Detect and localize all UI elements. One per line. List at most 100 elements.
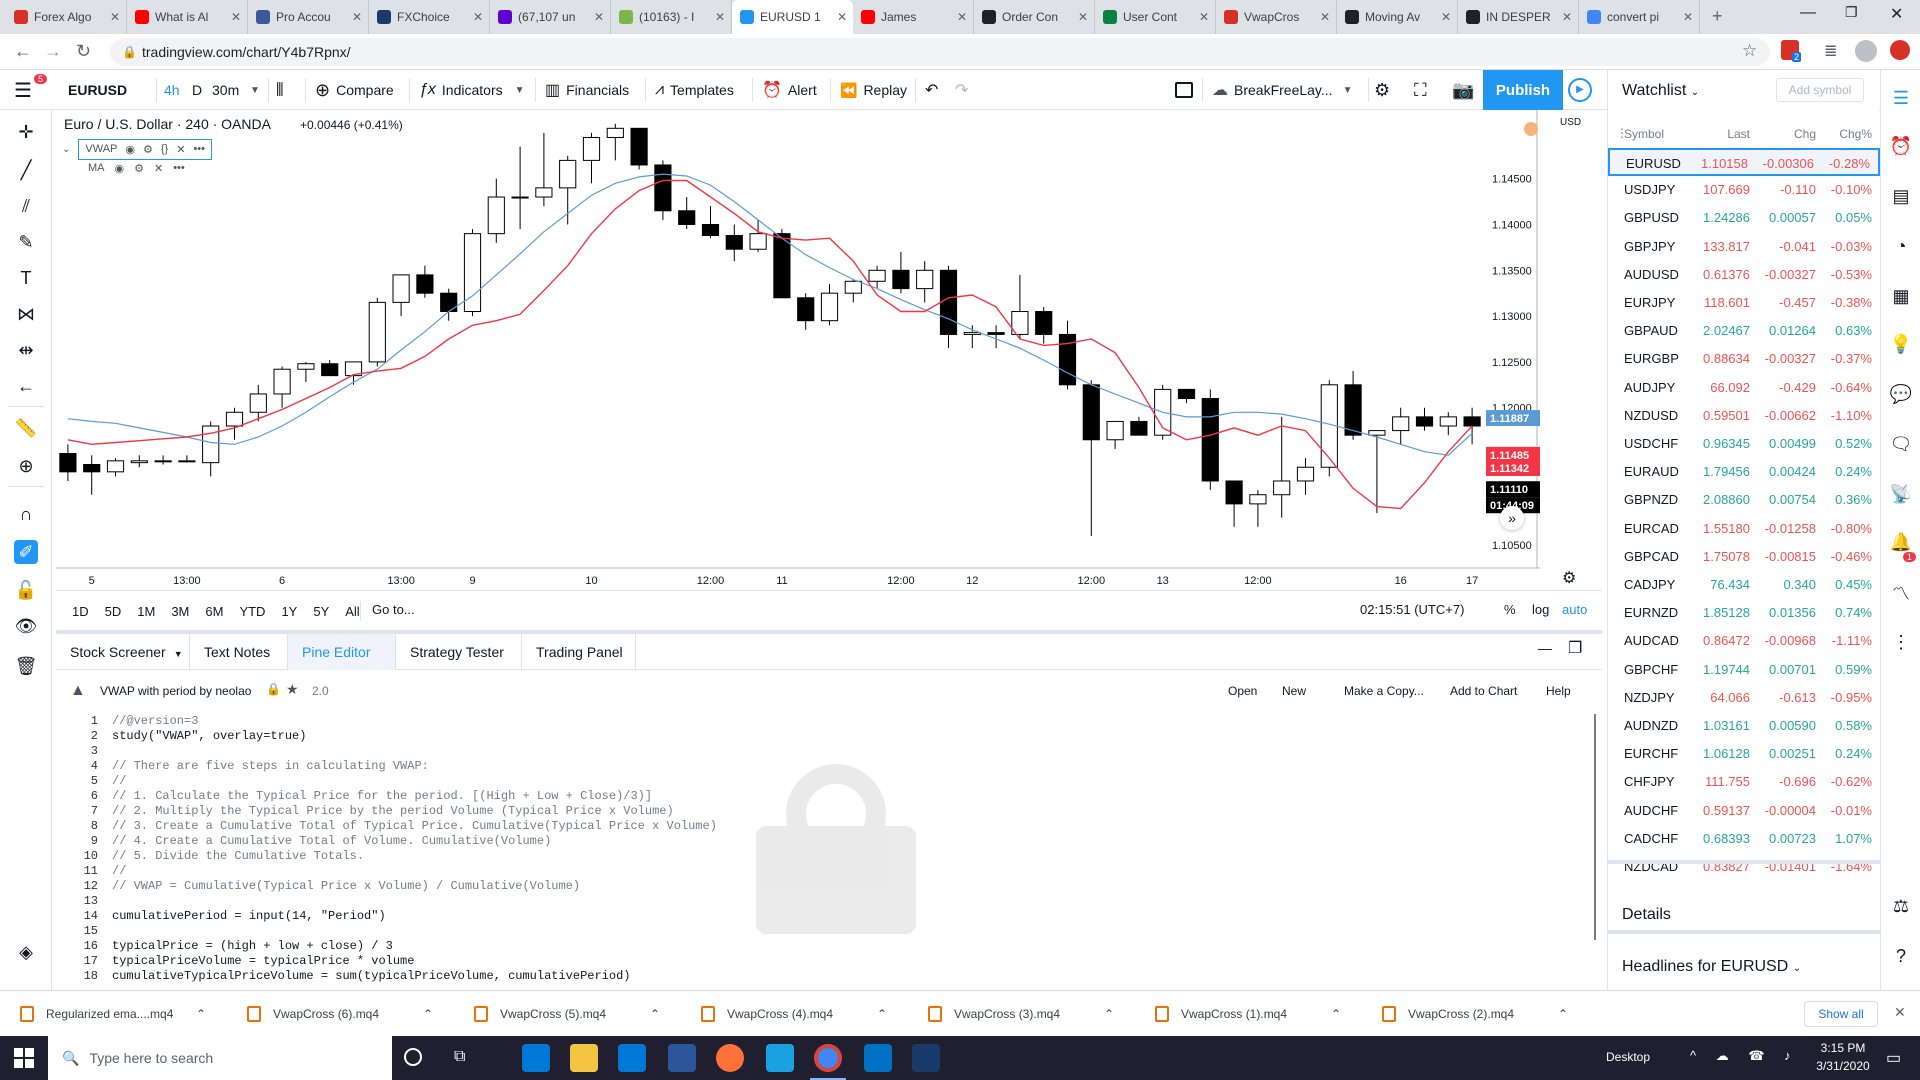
download-item[interactable]: Regularized ema....mq4 ⌃ — [20, 991, 220, 1037]
crosshair-icon[interactable]: ✛ — [14, 120, 38, 144]
code-line[interactable]: 18 cumulativeTypicalPriceVolume = sum(typ… — [56, 969, 1596, 984]
profile-avatar[interactable] — [1855, 40, 1877, 62]
range-button-5y[interactable]: 5Y — [313, 604, 329, 619]
close-tab-icon[interactable]: ✕ — [1199, 10, 1209, 24]
browser-tab[interactable]: What is Al ✕ — [127, 0, 248, 34]
download-item[interactable]: VwapCross (5).mq4 ⌃ — [474, 991, 674, 1037]
visibility-eye-icon[interactable]: 👁 — [14, 614, 38, 638]
code-line[interactable]: 2 study("VWAP", overlay=true) — [56, 729, 1596, 744]
watchlist-row[interactable]: GBPCHF 1.19744 0.00701 0.59% — [1608, 656, 1880, 684]
header-symbol[interactable]: Symbol — [1624, 127, 1664, 141]
pitchfork-icon[interactable]: ⫽ — [14, 194, 38, 218]
watchlist-row[interactable]: EURUSD 1.10158 -0.00306 -0.28% — [1608, 148, 1880, 176]
open-button[interactable]: Open — [1228, 684, 1257, 698]
chats-icon[interactable]: 💬 — [1889, 382, 1913, 406]
new-tab-button[interactable]: + — [1712, 6, 1723, 27]
watchlist-row[interactable]: USDJPY 107.669 -0.110 -0.10% — [1608, 176, 1880, 204]
eye-icon[interactable]: ◉ — [115, 162, 125, 175]
cast-icon[interactable]: ≣ — [1824, 41, 1837, 61]
favorite-star-icon[interactable]: ★ — [286, 681, 299, 698]
forward-icon[interactable]: → — [44, 41, 62, 62]
watchlist-row[interactable]: EURGBP 0.88634 -0.00327 -0.37% — [1608, 345, 1880, 373]
eye-icon[interactable]: ◉ — [125, 143, 135, 156]
watchlist-row[interactable]: USDCHF 0.96345 0.00499 0.52% — [1608, 430, 1880, 458]
redo-icon[interactable]: ↷ — [955, 70, 968, 110]
download-item[interactable]: VwapCross (2).mq4 ⌃ — [1382, 991, 1582, 1037]
axis-settings-gear-icon[interactable]: ⚙ — [1562, 568, 1576, 588]
mail-icon[interactable] — [864, 1044, 892, 1072]
browser-tab[interactable]: (10163) - I ✕ — [611, 0, 732, 34]
windows-start-icon[interactable] — [14, 1048, 34, 1068]
maximize-panel-icon[interactable]: ❐ — [1568, 638, 1582, 658]
make-copy-button[interactable]: Make a Copy... — [1344, 684, 1424, 698]
watchlist-row[interactable]: EURCHF 1.06128 0.00251 0.24% — [1608, 740, 1880, 768]
scroll-to-realtime-button[interactable]: » — [1500, 506, 1524, 530]
stay-drawing-icon[interactable]: ✐ — [14, 540, 38, 564]
reload-icon[interactable]: ↻ — [76, 41, 91, 62]
publish-button[interactable]: Publish — [1483, 70, 1563, 110]
details-section[interactable]: Details — [1622, 906, 1671, 924]
object-tree-icon[interactable]: ◈ — [14, 940, 38, 964]
watchlist-row[interactable]: AUDJPY 66.092 -0.429 -0.64% — [1608, 374, 1880, 402]
back-arrow-icon[interactable]: ← — [14, 374, 38, 398]
show-all-downloads-button[interactable]: Show all — [1804, 1001, 1878, 1027]
log-toggle[interactable]: log — [1532, 602, 1549, 617]
range-button-all[interactable]: All — [345, 604, 359, 619]
watchlist-row[interactable]: NZDJPY 64.066 -0.613 -0.95% — [1608, 684, 1880, 712]
help-button[interactable]: Help — [1546, 684, 1571, 698]
headlines-section[interactable]: Headlines for EURUSD ⌄ — [1622, 958, 1801, 976]
watchlist-row[interactable]: GBPAUD 2.02467 0.01264 0.63% — [1608, 317, 1880, 345]
watchlist-row[interactable]: AUDNZD 1.03161 0.00590 0.58% — [1608, 712, 1880, 740]
interval-30m[interactable]: 30m — [212, 70, 239, 110]
close-tab-icon[interactable]: ✕ — [957, 10, 967, 24]
calendar-icon[interactable]: ▦ — [1889, 284, 1913, 308]
camera-icon[interactable]: 📷 — [1452, 70, 1474, 110]
collapse-chevron-icon[interactable]: ⌄ — [62, 144, 70, 155]
alert-button[interactable]: ⏰ Alert — [762, 70, 817, 110]
tab-pine-editor[interactable]: Pine Editor — [288, 634, 396, 670]
range-button-1y[interactable]: 1Y — [281, 604, 297, 619]
close-downloads-icon[interactable]: ✕ — [1894, 1004, 1906, 1021]
watchlist-row[interactable]: EURCAD 1.55180 -0.01258 -0.80% — [1608, 515, 1880, 543]
watchlist-row[interactable]: EURJPY 118.601 -0.457 -0.38% — [1608, 289, 1880, 317]
download-options-chevron-icon[interactable]: ⌃ — [877, 1007, 887, 1021]
new-script-button[interactable]: New — [1282, 684, 1306, 698]
hotlist-icon[interactable]: ◔ — [1889, 234, 1913, 258]
select-rectangle-icon[interactable] — [1174, 70, 1194, 110]
trend-line-icon[interactable]: ╱ — [14, 158, 38, 182]
taskbar-search-box[interactable]: 🔍 Type here to search — [48, 1036, 392, 1080]
lock-drawings-icon[interactable]: 🔓 — [14, 578, 38, 602]
code-line[interactable]: 1 //@version=3 — [56, 714, 1596, 729]
candles-style-icon[interactable]: ⫴ — [276, 70, 284, 110]
brush-icon[interactable]: ✎ — [14, 230, 38, 254]
trend-chart-icon[interactable]: 〽 — [1889, 582, 1913, 606]
watchlist-title[interactable]: Watchlist ⌄ — [1622, 82, 1699, 100]
range-button-6m[interactable]: 6M — [205, 604, 223, 619]
add-symbol-input[interactable]: Add symbol — [1776, 78, 1864, 102]
remove-indicator-icon[interactable]: ✕ — [154, 162, 163, 175]
streams-chat-icon[interactable]: 🗨 — [1889, 432, 1913, 456]
ruler-icon[interactable]: 📏 — [14, 416, 38, 440]
remove-indicator-icon[interactable]: ✕ — [176, 143, 185, 156]
fxchoice-app-icon[interactable] — [912, 1044, 940, 1072]
templates-button[interactable]: ⩘ Templates — [655, 70, 734, 110]
menu-icon[interactable]: ☰ — [14, 70, 32, 110]
alerts-clock-icon[interactable]: ⏰ — [1889, 134, 1913, 158]
percent-toggle[interactable]: % — [1504, 602, 1516, 617]
browser-tab[interactable]: VwapCros ✕ — [1216, 0, 1337, 34]
text-tool-icon[interactable]: T — [14, 266, 38, 290]
indicator-settings-icon[interactable]: ⚙ — [134, 162, 144, 175]
download-options-chevron-icon[interactable]: ⌃ — [196, 1007, 206, 1021]
watchlist-row[interactable]: EURAUD 1.79456 0.00424 0.24% — [1608, 458, 1880, 486]
close-tab-icon[interactable]: ✕ — [594, 10, 604, 24]
browser-tab[interactable]: Pro Accou ✕ — [248, 0, 369, 34]
watchlist-row[interactable]: CADCHF 0.68393 0.00723 1.07% — [1608, 825, 1880, 853]
dom-icon[interactable]: ⋮ — [1889, 630, 1913, 654]
minimize-panel-icon[interactable]: — — [1538, 640, 1552, 656]
download-options-chevron-icon[interactable]: ⌃ — [650, 1007, 660, 1021]
close-tab-icon[interactable]: ✕ — [473, 10, 483, 24]
edge-taskbar-icon[interactable] — [522, 1044, 550, 1072]
help-icon[interactable]: ? — [1889, 944, 1913, 968]
zoom-in-icon[interactable]: ⊕ — [14, 454, 38, 478]
play-stream-icon[interactable]: ▶ — [1568, 78, 1592, 102]
